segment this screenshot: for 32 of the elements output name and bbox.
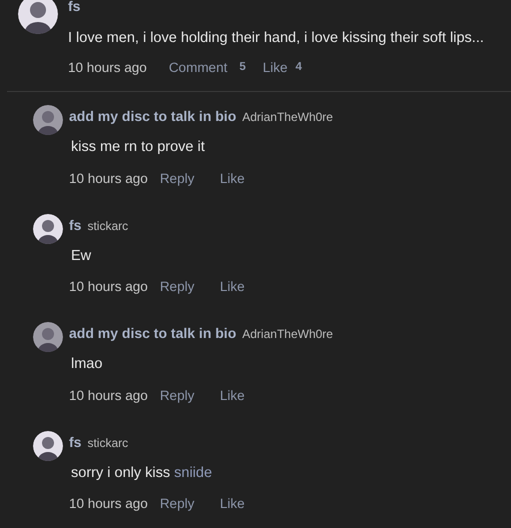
reply-link[interactable]: Reply — [160, 279, 220, 294]
timestamp: 10 hours ago — [69, 388, 148, 402]
comment-text: I love men, i love holding their hand, i love kissing their soft lips... — [68, 29, 484, 48]
comment-link[interactable]: Comment — [168, 60, 228, 74]
author-name[interactable]: fs — [68, 0, 80, 14]
username[interactable]: stickarc — [87, 216, 128, 236]
reply-text: kiss me rn to prove it — [70, 138, 206, 157]
reply-link[interactable]: Reply — [160, 388, 220, 402]
author-name[interactable]: add my disc to talk in bio — [69, 106, 236, 126]
like-count: 4 — [296, 61, 302, 73]
reply-text: sorry i only kiss sniide — [70, 464, 214, 482]
reply-link[interactable]: Reply — [160, 170, 220, 186]
username[interactable]: AdrianTheWh0re — [242, 324, 333, 344]
timestamp: 10 hours ago — [69, 170, 148, 186]
reply-link[interactable]: Reply — [160, 496, 220, 511]
like-link[interactable]: Like — [262, 60, 288, 74]
reply-text: Ew — [70, 246, 92, 266]
comment-count: 5 — [239, 61, 246, 73]
like-link[interactable]: Like — [220, 388, 245, 402]
like-link[interactable]: Like — [220, 496, 245, 511]
like-link[interactable]: Like — [220, 279, 245, 294]
username[interactable]: AdrianTheWh0re — [242, 107, 333, 127]
mention-link[interactable]: sniide — [174, 464, 212, 480]
timestamp: 10 hours ago — [69, 496, 148, 511]
reply-text: lmao — [70, 355, 104, 374]
timestamp: 10 hours ago — [68, 60, 147, 74]
username[interactable]: stickarc — [87, 432, 128, 452]
author-name[interactable]: fs — [69, 214, 82, 234]
timestamp: 10 hours ago — [69, 279, 148, 294]
like-link[interactable]: Like — [220, 170, 245, 186]
author-name[interactable]: add my disc to talk in bio — [69, 323, 236, 343]
author-name[interactable]: fs — [69, 432, 82, 452]
